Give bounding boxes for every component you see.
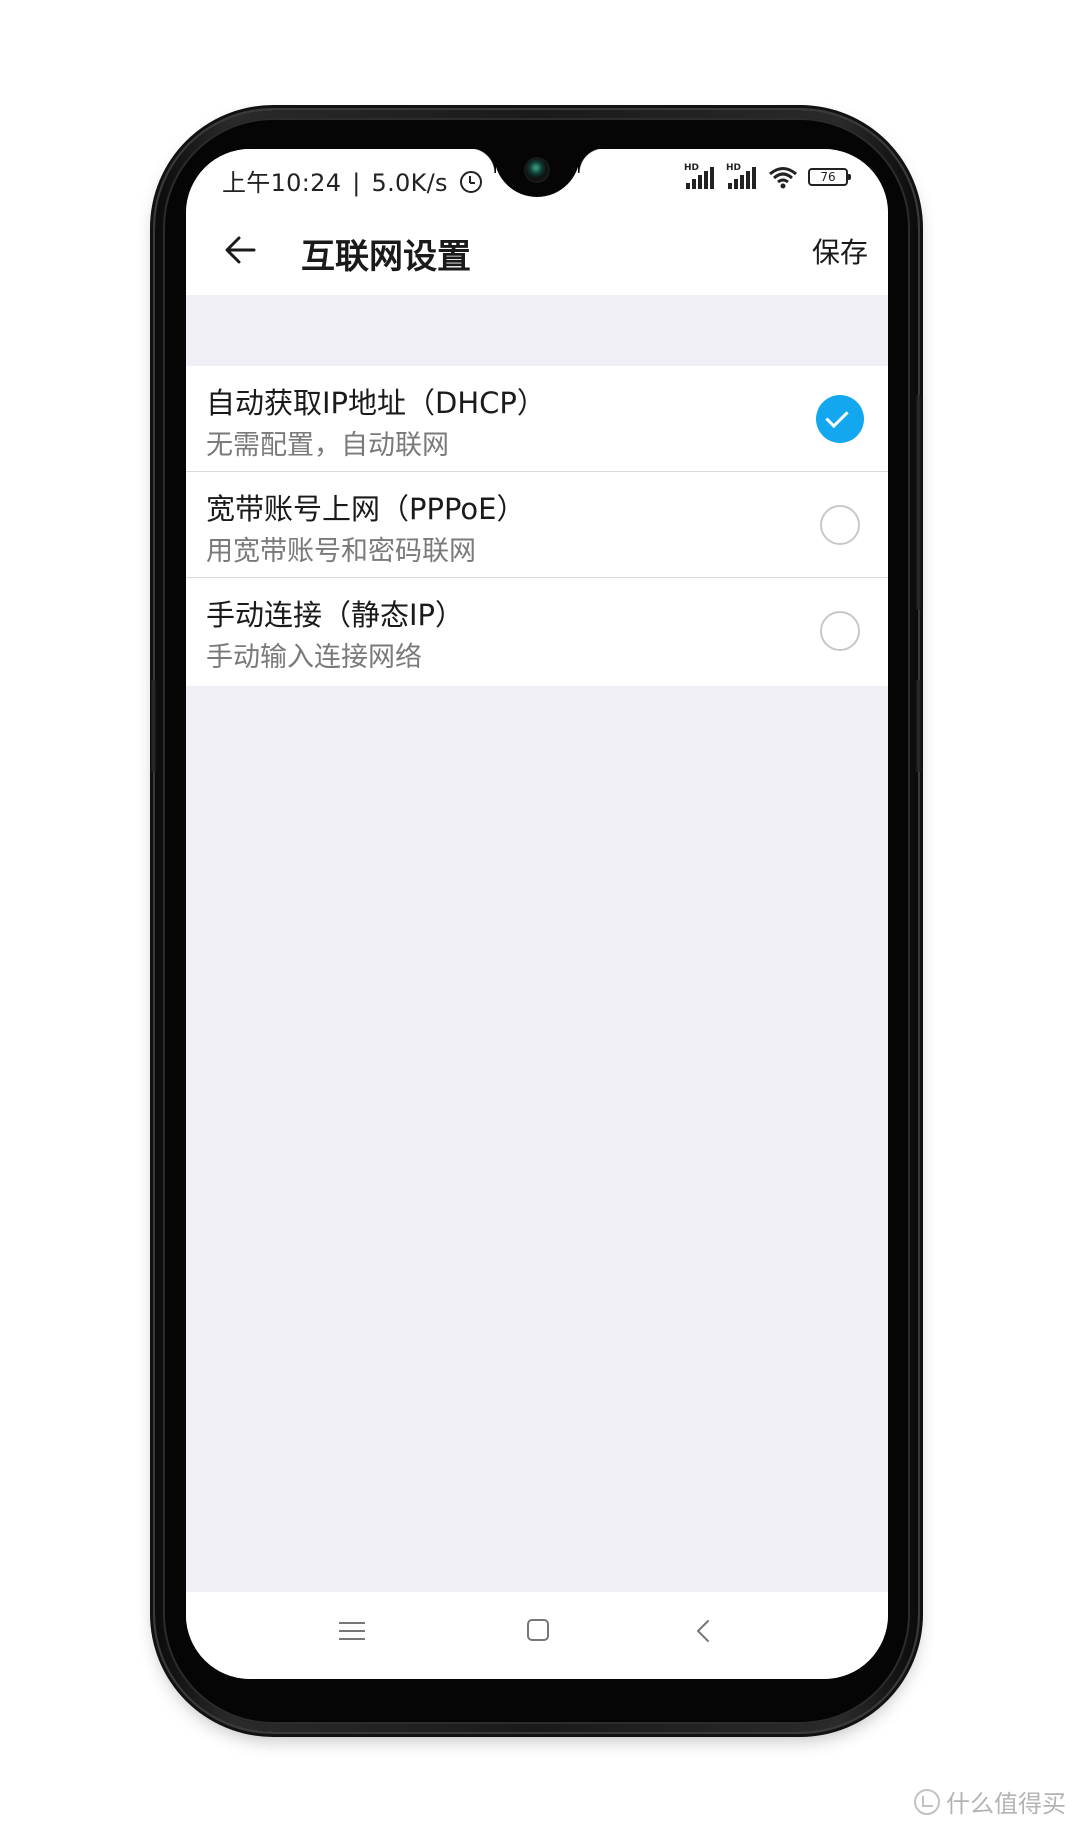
watermark: 什么值得买 bbox=[914, 1784, 1066, 1819]
phone-side-button bbox=[915, 680, 922, 772]
status-icons: HD HD 76 bbox=[684, 163, 851, 189]
phone-screen: 上午10:24 | 5.0K/s HD HD 76 互联网设置 保存 自动获取I… bbox=[186, 149, 888, 1679]
page: 上午10:24 | 5.0K/s HD HD 76 互联网设置 保存 自动获取I… bbox=[0, 0, 1080, 1829]
radio-unselected[interactable] bbox=[820, 505, 860, 545]
notch-corner-left bbox=[470, 149, 496, 173]
hd-label: HD bbox=[684, 163, 700, 173]
radio-selected[interactable] bbox=[816, 395, 864, 443]
option-subtitle: 用宽带账号和密码联网 bbox=[206, 536, 476, 567]
menu-icon[interactable] bbox=[339, 1620, 365, 1642]
arrow-left-icon bbox=[225, 236, 256, 264]
phone-power-button bbox=[915, 395, 922, 610]
battery-icon: 76 bbox=[808, 168, 851, 186]
connection-options-list: 自动获取IP地址（DHCP） 无需配置，自动联网 宽带账号上网（PPPoE） 用… bbox=[186, 366, 888, 686]
checkmark-icon bbox=[825, 404, 849, 429]
status-separator: | bbox=[352, 169, 361, 197]
watermark-logo-icon bbox=[914, 1788, 940, 1815]
back-chevron-icon[interactable] bbox=[691, 1618, 717, 1644]
option-dhcp[interactable]: 自动获取IP地址（DHCP） 无需配置，自动联网 bbox=[186, 366, 888, 472]
status-time-speed: 上午10:24 | 5.0K/s bbox=[222, 163, 482, 198]
cellular-signal-icon: HD bbox=[726, 163, 758, 189]
save-button[interactable]: 保存 bbox=[812, 231, 868, 271]
status-time: 上午10:24 bbox=[222, 169, 342, 197]
option-title: 手动连接（静态IP） bbox=[206, 598, 465, 632]
page-title: 互联网设置 bbox=[301, 237, 471, 277]
option-title: 自动获取IP地址（DHCP） bbox=[206, 386, 546, 420]
watermark-text: 什么值得买 bbox=[946, 1790, 1066, 1818]
option-subtitle: 无需配置，自动联网 bbox=[206, 430, 449, 461]
phone-volume-button bbox=[150, 680, 157, 772]
front-camera bbox=[526, 159, 548, 181]
option-static-ip[interactable]: 手动连接（静态IP） 手动输入连接网络 bbox=[186, 578, 888, 686]
option-title: 宽带账号上网（PPPoE） bbox=[206, 492, 526, 526]
cellular-signal-icon: HD bbox=[684, 163, 716, 189]
option-subtitle: 手动输入连接网络 bbox=[206, 642, 422, 673]
notch-corner-right bbox=[578, 149, 604, 173]
home-square-icon[interactable] bbox=[527, 1619, 549, 1641]
back-button[interactable] bbox=[216, 225, 266, 275]
hd-label: HD bbox=[726, 163, 742, 173]
alarm-clock-icon bbox=[459, 171, 482, 193]
app-header: 互联网设置 保存 bbox=[186, 205, 888, 295]
system-nav-bar bbox=[186, 1592, 888, 1679]
option-pppoe[interactable]: 宽带账号上网（PPPoE） 用宽带账号和密码联网 bbox=[186, 472, 888, 578]
network-speed: 5.0K/s bbox=[371, 169, 448, 197]
wifi-icon bbox=[768, 165, 798, 189]
radio-unselected[interactable] bbox=[820, 611, 860, 651]
